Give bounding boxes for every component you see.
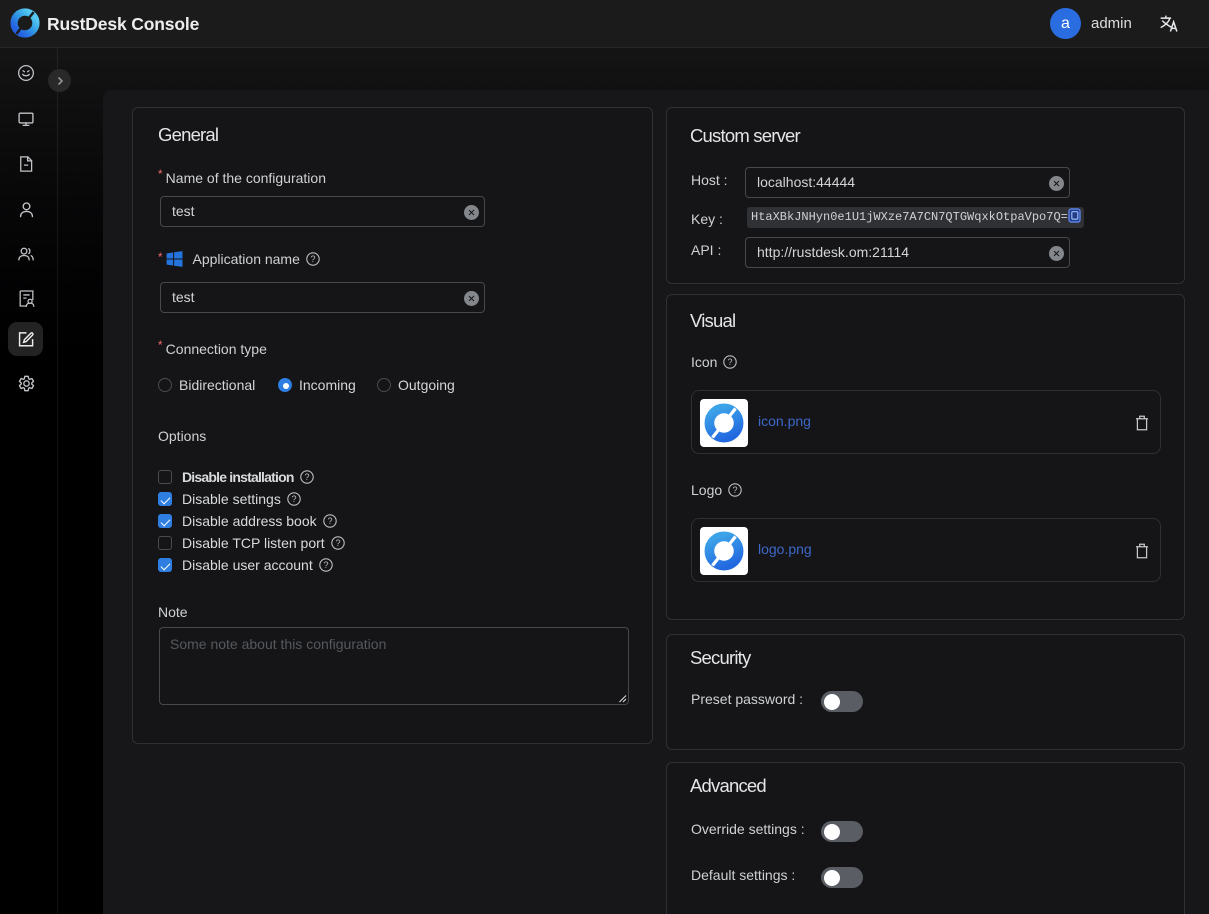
svg-text:?: ? (733, 485, 738, 495)
svg-text:?: ? (335, 538, 340, 548)
svg-text:?: ? (304, 472, 309, 482)
svg-text:?: ? (310, 254, 315, 264)
svg-text:?: ? (323, 560, 328, 570)
svg-text:?: ? (327, 516, 332, 526)
svg-text:?: ? (291, 494, 296, 504)
svg-text:?: ? (728, 357, 733, 367)
